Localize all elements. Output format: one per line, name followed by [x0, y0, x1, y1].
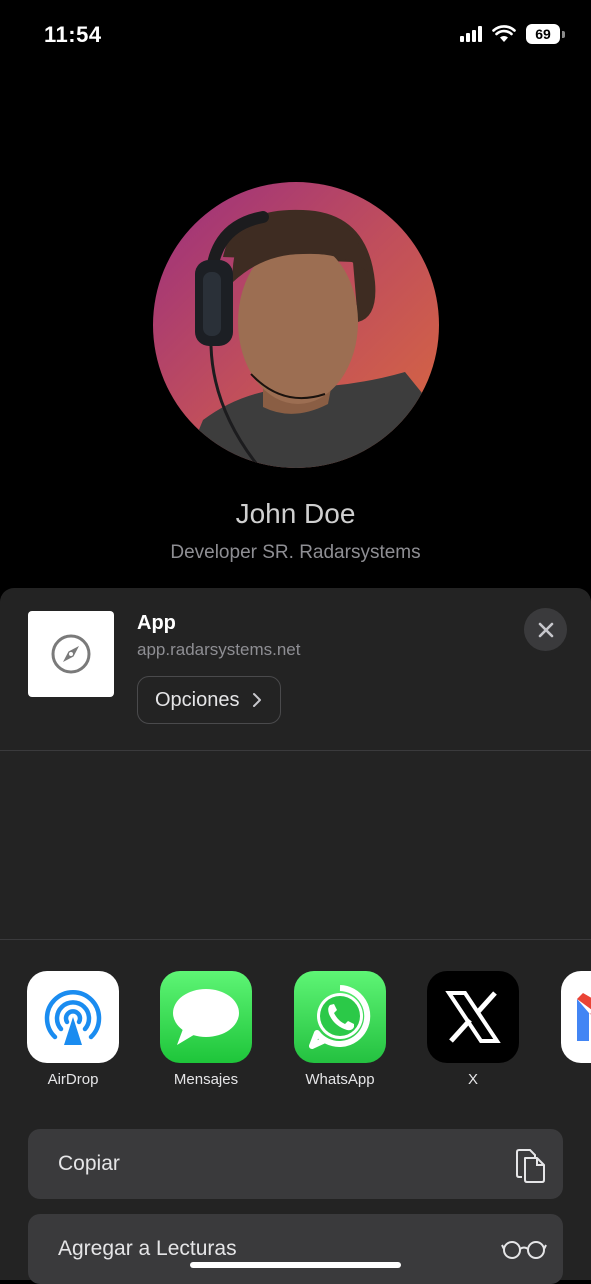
share-app-label: WhatsApp	[305, 1071, 375, 1088]
share-app-whatsapp[interactable]: WhatsApp	[294, 971, 386, 1088]
airdrop-icon	[27, 971, 119, 1063]
app-url: app.radarsystems.net	[137, 640, 301, 659]
battery-cap	[562, 30, 565, 38]
app-thumbnail	[28, 611, 114, 697]
whatsapp-icon	[294, 971, 386, 1063]
reading-list-label: Agregar a Lecturas	[58, 1237, 237, 1260]
battery-level: 69	[526, 24, 560, 44]
gmail-icon	[561, 971, 591, 1063]
battery-indicator: 69	[526, 24, 565, 44]
share-sheet-header: App app.radarsystems.net Opciones	[0, 588, 591, 751]
status-icons: 69	[460, 24, 565, 44]
profile-name: John Doe	[235, 498, 356, 529]
messages-icon	[160, 971, 252, 1063]
profile-role: Developer SR. Radarsystems	[170, 542, 421, 563]
avatar-illustration	[182, 209, 439, 468]
avatar	[152, 182, 439, 468]
options-label: Opciones	[155, 688, 240, 711]
copy-action[interactable]: Copiar	[28, 1129, 563, 1199]
app-title: App	[137, 612, 176, 634]
status-time: 11:54	[44, 22, 102, 47]
home-indicator[interactable]	[190, 1262, 401, 1268]
status-bar: 11:54 69	[0, 0, 591, 70]
share-app-label: AirDrop	[47, 1071, 99, 1088]
share-app-label: G	[561, 1071, 591, 1088]
glasses-icon	[501, 1241, 547, 1259]
share-app-label: X	[467, 1071, 478, 1088]
cellular-signal-icon	[460, 26, 482, 42]
add-to-reading-list-action[interactable]: Agregar a Lecturas	[28, 1214, 563, 1284]
share-sheet: App app.radarsystems.net Opciones AirDro…	[0, 588, 591, 1284]
x-icon	[427, 971, 519, 1063]
close-icon	[538, 622, 553, 637]
copy-label: Copiar	[58, 1152, 120, 1175]
copy-icon	[516, 1149, 545, 1183]
chevron-right-icon	[252, 692, 262, 708]
wifi-icon	[492, 25, 516, 42]
share-app-label: Mensajes	[173, 1071, 239, 1088]
share-app-messages[interactable]: Mensajes	[160, 971, 252, 1088]
people-suggestions-area	[0, 751, 591, 940]
share-apps-row[interactable]: AirDrop Mensajes WhatsApp X	[27, 971, 591, 1101]
options-button[interactable]: Opciones	[137, 676, 281, 724]
share-app-airdrop[interactable]: AirDrop	[27, 971, 119, 1088]
profile-section: John Doe Developer SR. Radarsystems	[0, 182, 591, 564]
compass-icon	[51, 634, 91, 674]
share-app-gmail[interactable]: G	[561, 971, 591, 1088]
share-app-x[interactable]: X	[427, 971, 519, 1088]
close-button[interactable]	[524, 608, 567, 651]
